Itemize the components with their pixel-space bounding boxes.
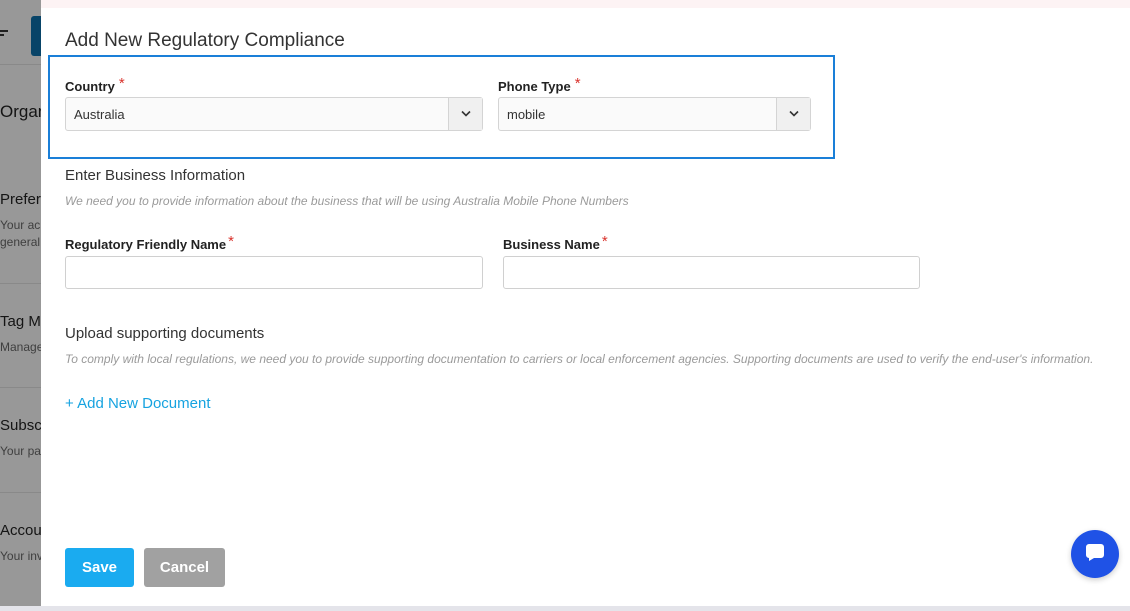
cancel-button[interactable]: Cancel (144, 548, 225, 587)
business-name-label-text: Business Name (503, 237, 600, 252)
modal-title: Add New Regulatory Compliance (65, 30, 345, 51)
required-marker: * (228, 233, 234, 250)
add-new-document-link[interactable]: + Add New Document (65, 395, 211, 412)
chat-bubble-icon (1084, 541, 1106, 568)
bottom-strip (0, 606, 1130, 611)
phone-type-label: Phone Type * (498, 75, 581, 95)
country-select[interactable]: Australia (65, 97, 483, 131)
phone-type-select[interactable]: mobile (498, 97, 811, 131)
upload-section-description: To comply with local regulations, we nee… (65, 352, 1094, 366)
modal-backdrop[interactable] (0, 0, 41, 611)
phone-type-select-value: mobile (507, 107, 546, 122)
business-name-input[interactable] (503, 256, 920, 289)
country-select-value: Australia (74, 107, 125, 122)
save-button[interactable]: Save (65, 548, 134, 587)
country-label: Country * (65, 75, 125, 95)
business-section-description: We need you to provide information about… (65, 194, 629, 208)
chevron-down-icon[interactable] (448, 98, 482, 130)
chat-widget-button[interactable] (1071, 530, 1119, 578)
required-marker: * (118, 75, 125, 92)
business-name-label: Business Name * (503, 233, 608, 253)
country-label-text: Country (65, 79, 115, 94)
business-section-title: Enter Business Information (65, 167, 246, 184)
friendly-name-label: Regulatory Friendly Name * (65, 233, 234, 253)
top-strip (0, 0, 1130, 8)
phone-type-label-text: Phone Type (498, 79, 571, 94)
upload-section-title: Upload supporting documents (65, 325, 265, 342)
required-marker: * (574, 75, 581, 92)
chevron-down-icon[interactable] (776, 98, 810, 130)
friendly-name-input[interactable] (65, 256, 483, 289)
friendly-name-label-text: Regulatory Friendly Name (65, 237, 227, 252)
required-marker: * (601, 233, 608, 250)
regulatory-compliance-modal: Add New Regulatory Compliance Country * A… (41, 8, 1130, 606)
